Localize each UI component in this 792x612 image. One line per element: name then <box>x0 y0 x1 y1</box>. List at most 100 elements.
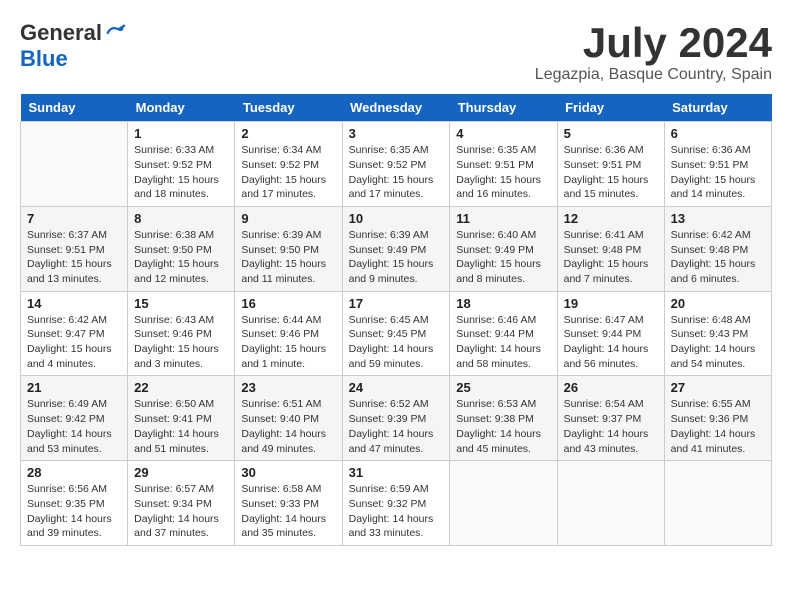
day-number: 29 <box>134 465 228 480</box>
calendar-day-cell: 1Sunrise: 6:33 AM Sunset: 9:52 PM Daylig… <box>128 122 235 207</box>
empty-cell <box>21 122 128 207</box>
calendar-day-cell: 20 Sunrise: 6:48 AM Sunset: 9:43 PM Dayli… <box>664 291 771 376</box>
day-number: 16 <box>241 296 335 311</box>
weekday-header-monday: Monday <box>128 94 235 122</box>
day-number: 8 <box>134 211 228 226</box>
calendar-day-cell: 31 Sunrise: 6:59 AM Sunset: 9:32 PM Dayli… <box>342 461 450 546</box>
day-info: Sunrise: 6:36 AM Sunset: 9:51 PM Dayligh… <box>564 143 658 202</box>
calendar-week-row: 14 Sunrise: 6:42 AM Sunset: 9:47 PM Dayli… <box>21 291 772 376</box>
day-number: 7 <box>27 211 121 226</box>
day-number: 25 <box>456 380 550 395</box>
day-number: 22 <box>134 380 228 395</box>
day-number: 10 <box>349 211 444 226</box>
empty-cell <box>664 461 771 546</box>
calendar-day-cell: 11 Sunrise: 6:40 AM Sunset: 9:49 PM Dayli… <box>450 206 557 291</box>
day-number: 18 <box>456 296 550 311</box>
page-header: General Blue July 2024 Legazpia, Basque … <box>20 20 772 84</box>
calendar-day-cell: 6 Sunrise: 6:36 AM Sunset: 9:51 PM Daylig… <box>664 122 771 207</box>
calendar-week-row: 28Sunrise: 6:56 AM Sunset: 9:35 PM Dayli… <box>21 461 772 546</box>
calendar-header-row: SundayMondayTuesdayWednesdayThursdayFrid… <box>21 94 772 122</box>
day-number: 13 <box>671 211 765 226</box>
day-info: Sunrise: 6:39 AM Sunset: 9:50 PM Dayligh… <box>241 228 335 287</box>
calendar-day-cell: 29Sunrise: 6:57 AM Sunset: 9:34 PM Dayli… <box>128 461 235 546</box>
day-number: 3 <box>349 126 444 141</box>
calendar-day-cell: 25Sunrise: 6:53 AM Sunset: 9:38 PM Dayli… <box>450 376 557 461</box>
title-section: July 2024 Legazpia, Basque Country, Spai… <box>535 20 772 84</box>
day-number: 4 <box>456 126 550 141</box>
day-info: Sunrise: 6:47 AM Sunset: 9:44 PM Dayligh… <box>564 313 658 372</box>
day-info: Sunrise: 6:52 AM Sunset: 9:39 PM Dayligh… <box>349 397 444 456</box>
weekday-header-sunday: Sunday <box>21 94 128 122</box>
calendar-day-cell: 3 Sunrise: 6:35 AM Sunset: 9:52 PM Daylig… <box>342 122 450 207</box>
day-number: 24 <box>349 380 444 395</box>
day-number: 21 <box>27 380 121 395</box>
calendar-day-cell: 19 Sunrise: 6:47 AM Sunset: 9:44 PM Dayli… <box>557 291 664 376</box>
day-info: Sunrise: 6:45 AM Sunset: 9:45 PM Dayligh… <box>349 313 444 372</box>
day-info: Sunrise: 6:36 AM Sunset: 9:51 PM Dayligh… <box>671 143 765 202</box>
day-info: Sunrise: 6:39 AM Sunset: 9:49 PM Dayligh… <box>349 228 444 287</box>
weekday-header-tuesday: Tuesday <box>235 94 342 122</box>
day-info: Sunrise: 6:43 AM Sunset: 9:46 PM Dayligh… <box>134 313 228 372</box>
calendar-day-cell: 2Sunrise: 6:34 AM Sunset: 9:52 PM Daylig… <box>235 122 342 207</box>
calendar-week-row: 21 Sunrise: 6:49 AM Sunset: 9:42 PM Dayli… <box>21 376 772 461</box>
calendar-day-cell: 21 Sunrise: 6:49 AM Sunset: 9:42 PM Dayli… <box>21 376 128 461</box>
day-number: 19 <box>564 296 658 311</box>
calendar-day-cell: 7Sunrise: 6:37 AM Sunset: 9:51 PM Daylig… <box>21 206 128 291</box>
day-info: Sunrise: 6:38 AM Sunset: 9:50 PM Dayligh… <box>134 228 228 287</box>
day-number: 12 <box>564 211 658 226</box>
calendar-day-cell: 24 Sunrise: 6:52 AM Sunset: 9:39 PM Dayli… <box>342 376 450 461</box>
month-title: July 2024 <box>535 20 772 66</box>
calendar-day-cell: 4 Sunrise: 6:35 AM Sunset: 9:51 PM Daylig… <box>450 122 557 207</box>
logo-icon <box>104 22 126 44</box>
day-info: Sunrise: 6:34 AM Sunset: 9:52 PM Dayligh… <box>241 143 335 202</box>
day-info: Sunrise: 6:33 AM Sunset: 9:52 PM Dayligh… <box>134 143 228 202</box>
day-number: 11 <box>456 211 550 226</box>
calendar-week-row: 1Sunrise: 6:33 AM Sunset: 9:52 PM Daylig… <box>21 122 772 207</box>
day-info: Sunrise: 6:42 AM Sunset: 9:48 PM Dayligh… <box>671 228 765 287</box>
calendar-day-cell: 5 Sunrise: 6:36 AM Sunset: 9:51 PM Daylig… <box>557 122 664 207</box>
day-info: Sunrise: 6:40 AM Sunset: 9:49 PM Dayligh… <box>456 228 550 287</box>
calendar-day-cell: 15Sunrise: 6:43 AM Sunset: 9:46 PM Dayli… <box>128 291 235 376</box>
weekday-header-saturday: Saturday <box>664 94 771 122</box>
calendar-day-cell: 12 Sunrise: 6:41 AM Sunset: 9:48 PM Dayli… <box>557 206 664 291</box>
day-number: 14 <box>27 296 121 311</box>
day-info: Sunrise: 6:46 AM Sunset: 9:44 PM Dayligh… <box>456 313 550 372</box>
calendar-day-cell: 13 Sunrise: 6:42 AM Sunset: 9:48 PM Dayli… <box>664 206 771 291</box>
day-info: Sunrise: 6:41 AM Sunset: 9:48 PM Dayligh… <box>564 228 658 287</box>
day-info: Sunrise: 6:54 AM Sunset: 9:37 PM Dayligh… <box>564 397 658 456</box>
empty-cell <box>557 461 664 546</box>
day-number: 6 <box>671 126 765 141</box>
calendar-day-cell: 28Sunrise: 6:56 AM Sunset: 9:35 PM Dayli… <box>21 461 128 546</box>
day-info: Sunrise: 6:48 AM Sunset: 9:43 PM Dayligh… <box>671 313 765 372</box>
weekday-header-wednesday: Wednesday <box>342 94 450 122</box>
day-number: 30 <box>241 465 335 480</box>
logo-blue-text: Blue <box>20 46 68 72</box>
day-number: 5 <box>564 126 658 141</box>
location-title: Legazpia, Basque Country, Spain <box>535 66 772 84</box>
logo-general-text: General <box>20 20 102 46</box>
day-number: 27 <box>671 380 765 395</box>
calendar-day-cell: 16 Sunrise: 6:44 AM Sunset: 9:46 PM Dayli… <box>235 291 342 376</box>
calendar-day-cell: 10 Sunrise: 6:39 AM Sunset: 9:49 PM Dayli… <box>342 206 450 291</box>
calendar-day-cell: 23Sunrise: 6:51 AM Sunset: 9:40 PM Dayli… <box>235 376 342 461</box>
day-info: Sunrise: 6:42 AM Sunset: 9:47 PM Dayligh… <box>27 313 121 372</box>
day-info: Sunrise: 6:59 AM Sunset: 9:32 PM Dayligh… <box>349 482 444 541</box>
day-number: 20 <box>671 296 765 311</box>
day-info: Sunrise: 6:44 AM Sunset: 9:46 PM Dayligh… <box>241 313 335 372</box>
day-info: Sunrise: 6:49 AM Sunset: 9:42 PM Dayligh… <box>27 397 121 456</box>
day-info: Sunrise: 6:35 AM Sunset: 9:51 PM Dayligh… <box>456 143 550 202</box>
calendar-day-cell: 26 Sunrise: 6:54 AM Sunset: 9:37 PM Dayli… <box>557 376 664 461</box>
day-number: 26 <box>564 380 658 395</box>
calendar-day-cell: 30 Sunrise: 6:58 AM Sunset: 9:33 PM Dayli… <box>235 461 342 546</box>
day-info: Sunrise: 6:35 AM Sunset: 9:52 PM Dayligh… <box>349 143 444 202</box>
day-info: Sunrise: 6:51 AM Sunset: 9:40 PM Dayligh… <box>241 397 335 456</box>
empty-cell <box>450 461 557 546</box>
day-info: Sunrise: 6:55 AM Sunset: 9:36 PM Dayligh… <box>671 397 765 456</box>
calendar-day-cell: 22Sunrise: 6:50 AM Sunset: 9:41 PM Dayli… <box>128 376 235 461</box>
day-number: 31 <box>349 465 444 480</box>
calendar-day-cell: 8 Sunrise: 6:38 AM Sunset: 9:50 PM Daylig… <box>128 206 235 291</box>
calendar-table: SundayMondayTuesdayWednesdayThursdayFrid… <box>20 94 772 546</box>
day-number: 17 <box>349 296 444 311</box>
calendar-day-cell: 14 Sunrise: 6:42 AM Sunset: 9:47 PM Dayli… <box>21 291 128 376</box>
day-info: Sunrise: 6:58 AM Sunset: 9:33 PM Dayligh… <box>241 482 335 541</box>
